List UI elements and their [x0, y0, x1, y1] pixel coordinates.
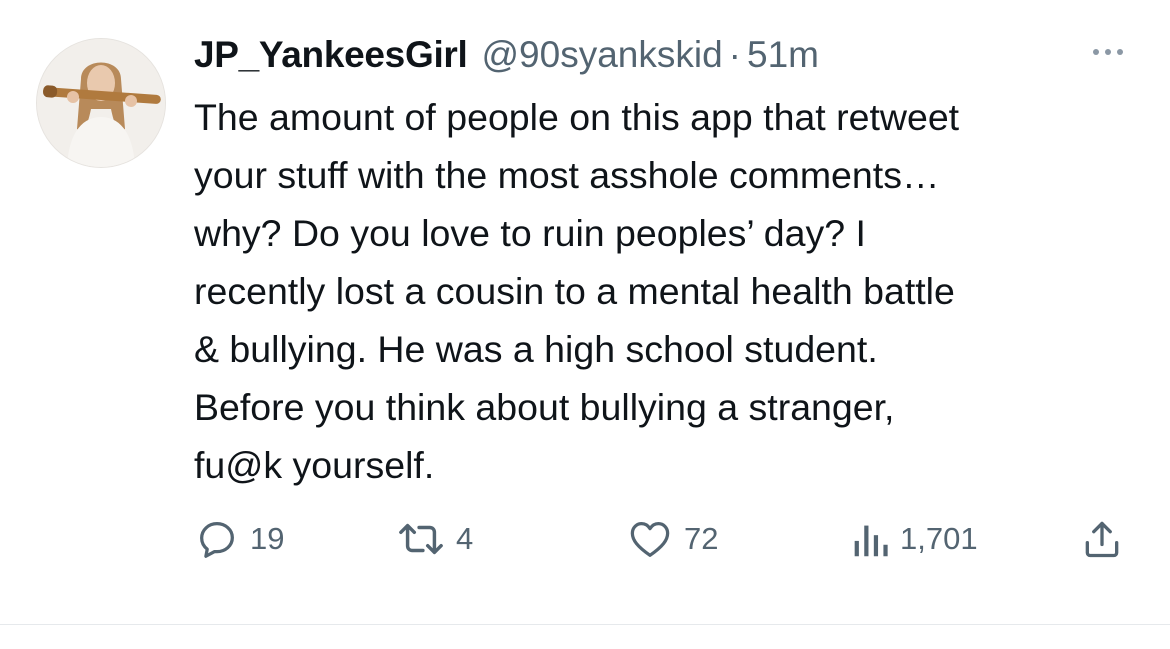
- timestamp[interactable]: 51m: [747, 34, 819, 76]
- like-button[interactable]: 72: [626, 514, 718, 564]
- reply-button[interactable]: 19: [194, 514, 284, 564]
- more-horizontal-icon: [1093, 49, 1099, 55]
- handle[interactable]: @90syankskid: [482, 34, 723, 76]
- divider: [0, 624, 1170, 625]
- more-dot: [1117, 49, 1123, 55]
- retweet-count: 4: [456, 521, 474, 556]
- share-icon: [1085, 521, 1119, 558]
- retweet-icon: [399, 523, 443, 555]
- views-bar-chart-icon: [854, 525, 888, 557]
- avatar-image: [37, 39, 165, 167]
- retweet-button[interactable]: 4: [396, 514, 473, 564]
- avatar[interactable]: [36, 38, 166, 168]
- tweet-text-line: fu@k yourself.: [194, 444, 435, 486]
- tweet-text-line: The amount of people on this app that re…: [194, 96, 960, 138]
- more-dot: [1105, 49, 1111, 55]
- separator-dot: ·: [728, 34, 741, 75]
- display-name[interactable]: JP_YankeesGirl: [194, 34, 468, 76]
- tweet-text-line: Before you think about bullying a strang…: [194, 386, 895, 428]
- action-bar: 19 4 72 1,701: [0, 514, 1170, 564]
- reply-count: 19: [250, 521, 285, 556]
- tweet-text-line: recently lost a cousin to a mental healt…: [194, 270, 955, 312]
- reply-icon: [200, 522, 234, 558]
- tweet[interactable]: JP_YankeesGirl @90syankskid · 51m The am…: [0, 0, 1170, 624]
- share-button[interactable]: [1080, 514, 1124, 564]
- tweet-text-line: & bullying. He was a high school student…: [194, 328, 878, 370]
- more-options-button[interactable]: [1086, 40, 1130, 64]
- like-count: 72: [684, 521, 719, 556]
- tweet-header: JP_YankeesGirl @90syankskid · 51m: [194, 34, 819, 82]
- tweet-text-line: your stuff with the most asshole comment…: [194, 154, 940, 196]
- view-count: 1,701: [900, 521, 978, 556]
- tweet-text: The amount of people on this app that re…: [194, 88, 1144, 494]
- views-button[interactable]: 1,701: [850, 514, 978, 564]
- tweet-text-line: why? Do you love to ruin peoples’ day? I: [194, 212, 866, 254]
- heart-icon: [630, 522, 670, 557]
